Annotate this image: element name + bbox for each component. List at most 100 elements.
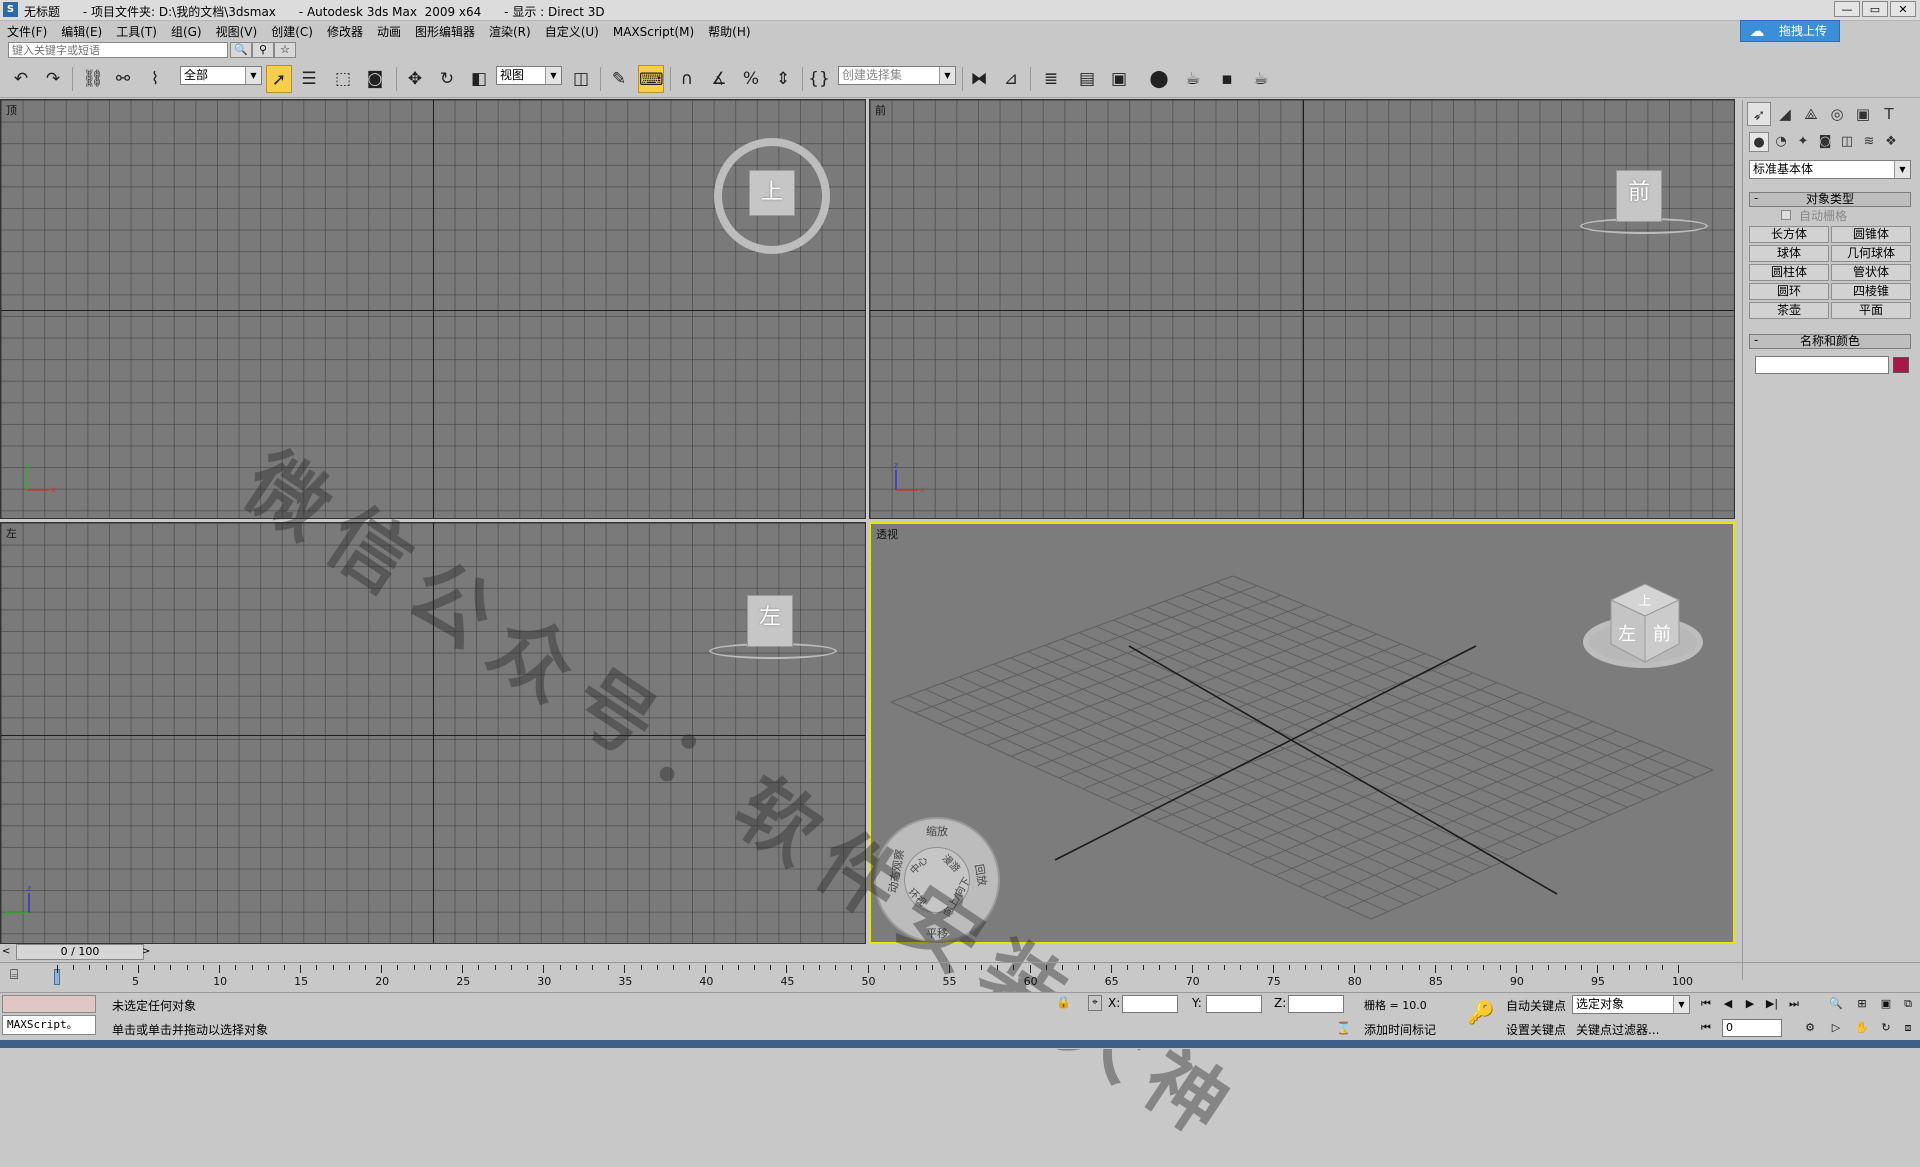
menu-rendering[interactable]: 渲染(R) [482,21,538,41]
viewport-label[interactable]: 左 [6,525,17,541]
category-dropdown[interactable]: 标准基本体 ▼ [1749,160,1911,179]
add-time-tag[interactable]: 添加时间标记 [1364,1021,1436,1038]
viewport-front[interactable]: 前 前 zx [869,99,1735,519]
box-button[interactable]: 长方体 [1749,226,1829,243]
viewcube-front-face[interactable]: 前 [1653,624,1671,645]
menu-file[interactable]: 文件(F) [0,21,54,41]
sphere-button[interactable]: 球体 [1749,245,1829,262]
search-icon[interactable]: 🔍 [230,42,252,58]
lock-icon[interactable]: 🔒 [1056,995,1071,1011]
viewcube-top[interactable]: 上 [749,170,795,216]
hierarchy-tab-icon[interactable]: ⟁ [1799,102,1823,126]
viewport-label[interactable]: 前 [875,102,886,118]
material-editor-icon[interactable]: ⬤ [1146,65,1172,93]
menu-help[interactable]: 帮助(H) [701,21,757,41]
search-input[interactable] [8,42,228,58]
next-frame-icon[interactable]: ▶| [1762,995,1782,1013]
pyramid-button[interactable]: 四棱锥 [1831,283,1911,300]
edit-named-selection-icon[interactable]: {} [806,65,832,93]
render-setup-icon[interactable]: ☕ [1180,65,1206,93]
redo-icon[interactable]: ↷ [40,65,66,93]
zoom-all-icon[interactable]: ⊞ [1852,995,1872,1013]
pivot-center-icon[interactable]: ◫ [568,65,594,93]
select-and-scale-icon[interactable]: ◧ [466,65,492,93]
select-and-move-icon[interactable]: ✥ [402,65,428,93]
orbit-icon[interactable]: ↻ [1876,1019,1896,1037]
shapes-icon[interactable]: ◔ [1771,132,1791,152]
object-color-swatch[interactable] [1893,357,1909,373]
snaps-toggle-icon[interactable]: ∩ [674,65,700,93]
go-to-end-icon[interactable]: ⏭ [1784,995,1804,1013]
absolute-mode-icon[interactable]: ⌖ [1088,995,1102,1011]
wheel-zoom[interactable]: 缩放 [926,823,948,839]
menu-create[interactable]: 创建(C) [264,21,320,41]
undo-icon[interactable]: ↶ [8,65,34,93]
object-type-rollout[interactable]: - 对象类型 [1749,192,1911,207]
zoom-extents-icon[interactable]: ▣ [1876,995,1896,1013]
viewcube-perspective[interactable]: 上 左 前 [1607,582,1683,672]
wheel-close-icon[interactable]: ✕ [984,825,992,836]
minimize-button[interactable]: — [1834,1,1860,17]
viewport-top[interactable]: 顶 上 yx [0,99,866,519]
menu-customize[interactable]: 自定义(U) [538,21,606,41]
curve-editor-icon[interactable]: ▤ [1074,65,1100,93]
named-selection-dropdown[interactable]: 创建选择集 ▼ [838,66,956,85]
schematic-view-icon[interactable]: ▣ [1106,65,1132,93]
menu-graph-editors[interactable]: 图形编辑器 [408,21,482,41]
geometry-icon[interactable]: ● [1749,132,1769,152]
z-coordinate-field[interactable] [1288,995,1344,1013]
field-of-view-icon[interactable]: ▷ [1826,1019,1846,1037]
select-and-rotate-icon[interactable]: ↻ [434,65,460,93]
tube-button[interactable]: 管状体 [1831,264,1911,281]
maxscript-listener-red[interactable] [2,995,96,1013]
key-mode-icon[interactable]: ⏮ [1696,1019,1716,1037]
select-and-manipulate-icon[interactable]: ✎ [606,65,632,93]
motion-tab-icon[interactable]: ◎ [1825,102,1849,126]
maximize-button[interactable]: ▭ [1862,1,1888,17]
angle-snap-icon[interactable]: ∡ [706,65,732,93]
y-coordinate-field[interactable] [1206,995,1262,1013]
viewport-label[interactable]: 顶 [6,102,17,118]
selection-filter-dropdown[interactable]: 全部 ▼ [180,66,262,85]
cylinder-button[interactable]: 圆柱体 [1749,264,1829,281]
menu-animation[interactable]: 动画 [370,21,408,41]
rendered-frame-window-icon[interactable]: ▪ [1214,65,1240,93]
bind-space-warp-icon[interactable]: ⌇ [142,65,168,93]
chevron-left-icon[interactable]: < [2,944,14,960]
key-filters-button[interactable]: 关键点过滤器... [1576,1021,1659,1038]
name-color-rollout[interactable]: - 名称和颜色 [1749,334,1911,349]
window-crossing-icon[interactable]: ◙ [362,65,388,93]
pan-view-icon[interactable]: ✋ [1852,1019,1872,1037]
wheel-rewind[interactable]: 回放 [971,863,991,887]
menu-tools[interactable]: 工具(T) [109,21,164,41]
quick-render-icon[interactable]: ☕ [1248,65,1274,93]
lights-icon[interactable]: ✦ [1793,132,1813,152]
systems-icon[interactable]: ❖ [1881,132,1901,152]
track-bar[interactable]: ⌸ 5 10 15 20 25 30 35 40 45 50 55 60 65 70 75 80 85 90 95 1… [0,962,1920,993]
auto-key-button[interactable]: 自动关键点 [1506,997,1566,1014]
menu-group[interactable]: 组(G) [164,21,209,41]
unlink-icon[interactable]: ⚯ [110,65,136,93]
align-icon[interactable]: ⊿ [998,65,1024,93]
mini-curve-editor-icon[interactable]: ⌸ [10,967,32,985]
chevron-right-icon[interactable]: > [142,944,154,960]
reference-coordinate-dropdown[interactable]: 视图 ▼ [496,66,562,85]
cone-button[interactable]: 圆锥体 [1831,226,1911,243]
display-tab-icon[interactable]: ▣ [1851,102,1875,126]
spinner-snap-icon[interactable]: ⇕ [770,65,796,93]
percent-snap-icon[interactable]: % [738,65,764,93]
create-tab-icon[interactable]: ➶ [1747,102,1771,126]
plane-button[interactable]: 平面 [1831,302,1911,319]
cameras-icon[interactable]: ◙ [1815,132,1835,152]
time-config-icon[interactable]: ⚙ [1800,1019,1820,1037]
zoom-extents-all-icon[interactable]: ⧉ [1898,995,1918,1013]
current-frame-field[interactable]: 0 [1722,1019,1782,1037]
utilities-tab-icon[interactable]: T [1877,102,1901,126]
zoom-icon[interactable]: 🔍 [1826,995,1846,1013]
helpers-icon[interactable]: ◫ [1837,132,1857,152]
torus-button[interactable]: 圆环 [1749,283,1829,300]
x-coordinate-field[interactable] [1122,995,1178,1013]
viewcube-front[interactable]: 前 [1616,170,1662,222]
set-key-button[interactable]: 设置关键点 [1506,1021,1566,1038]
app-icon[interactable]: S [3,2,18,17]
